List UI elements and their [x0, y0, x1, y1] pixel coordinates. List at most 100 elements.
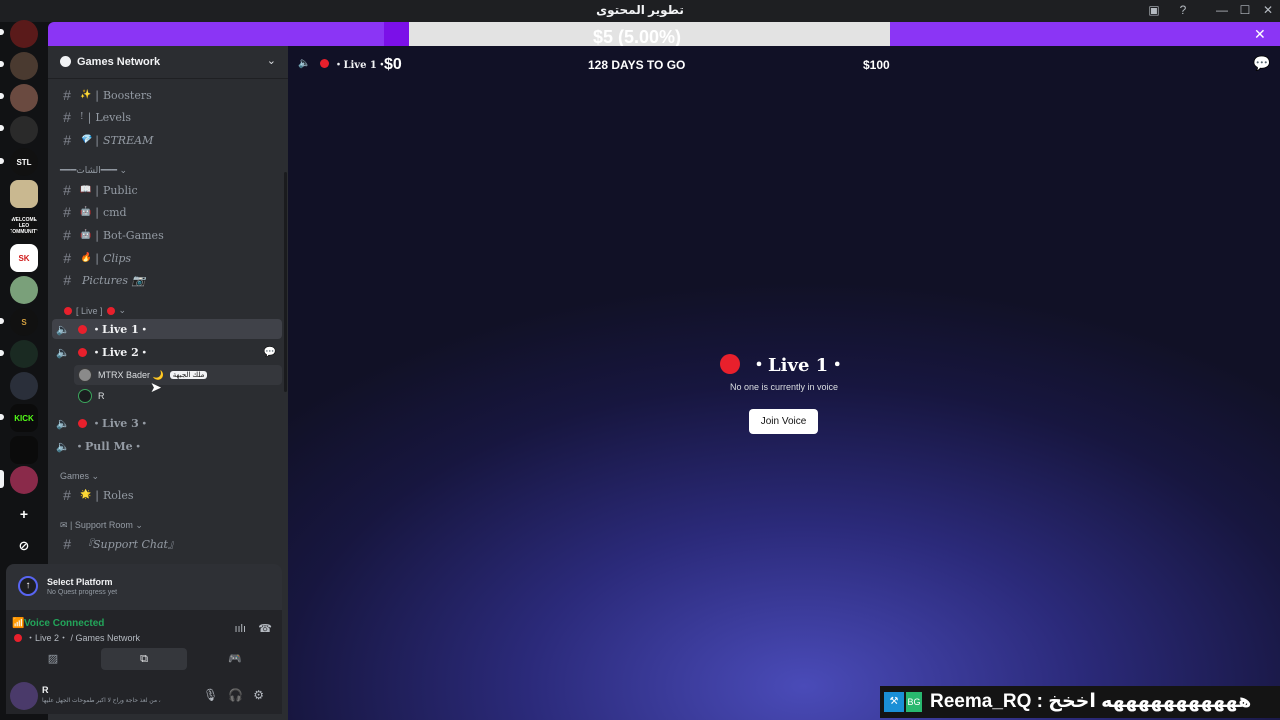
channel-pictures[interactable]: # Pictures 📷 — [56, 270, 282, 290]
noise-suppression-icon[interactable]: ıılı — [234, 623, 246, 635]
goal-max: $100 — [863, 58, 890, 72]
selected-indicator — [0, 470, 4, 488]
discover-icon[interactable]: ⊘ — [10, 532, 38, 560]
voice-empty-message: No one is currently in voice — [729, 382, 839, 392]
red-dot-icon — [78, 347, 87, 357]
goal-min: $0 — [384, 56, 402, 73]
quest-title: Select Platform — [47, 577, 113, 587]
overlay-message: Reema_RQ : هههههههههههه اخخخ — [930, 691, 1252, 712]
channel-stream[interactable]: # 💎 | STREAM — [56, 130, 282, 150]
headphones-icon[interactable]: 🎧 — [228, 688, 253, 702]
screen-share-icon[interactable]: ▣ — [1146, 3, 1162, 17]
red-dot-icon — [320, 59, 330, 68]
server-icon[interactable] — [10, 276, 38, 304]
channel-bot-games[interactable]: # 🤖 | Bot-Games — [56, 225, 282, 245]
chat-bubble-icon[interactable]: 💬 — [264, 347, 276, 358]
channel-label: Boosters — [102, 88, 152, 102]
category-games[interactable]: Games ⌄ — [60, 471, 99, 482]
channel-label: ・Live 1・ — [91, 323, 150, 336]
channel-roles[interactable]: # 🌟 | Roles — [56, 485, 282, 505]
category-live[interactable]: [ Live ] ⌄ — [60, 305, 126, 316]
server-icon[interactable] — [10, 180, 38, 208]
server-header[interactable]: Games Network ⌄ — [48, 46, 288, 79]
channel-label: ・Pull Me・ — [74, 440, 144, 453]
user-panel: R من لعذ حاجة وراح لا اكبر طموحات الجهل … — [6, 680, 282, 714]
screen-share-button[interactable]: ⧉ — [101, 648, 187, 670]
channel-public[interactable]: # 📖 | Public — [56, 180, 282, 200]
minimize-button[interactable]: — — [1214, 3, 1230, 17]
server-icon[interactable] — [10, 52, 38, 80]
hash-icon: # — [63, 182, 71, 198]
help-icon[interactable]: ? — [1175, 3, 1191, 17]
fire-icon: 🔥 — [80, 253, 92, 263]
voice-location[interactable]: ・Live 2・ / Games Network — [12, 631, 140, 644]
server-icon[interactable]: STL — [10, 148, 38, 176]
user-avatar[interactable] — [10, 682, 38, 710]
star-icon: 🌟 — [80, 490, 92, 500]
channel-header: 🔈 ・Live 1・ — [298, 56, 387, 71]
hash-icon: # — [63, 109, 71, 125]
server-icon[interactable] — [10, 372, 38, 400]
join-voice-button[interactable]: Join Voice — [749, 409, 818, 434]
server-icon[interactable] — [10, 466, 38, 494]
voice-channel-live-1[interactable]: 🔈 ・Live 1・ — [52, 319, 282, 339]
hash-icon: # — [63, 250, 71, 266]
server-badge-icon — [60, 56, 71, 67]
channel-boosters[interactable]: # ✨ | Boosters — [56, 85, 282, 105]
voice-channel-pull-me[interactable]: 🔈 ・Pull Me・ — [52, 436, 282, 456]
server-icon[interactable]: S — [10, 308, 38, 336]
stage-channel-name: ・Live 1・ — [750, 355, 847, 376]
channel-label: Public — [102, 183, 138, 197]
category-social[interactable]: ━━━الشات━━━ ⌄ — [60, 165, 127, 176]
channel-label: 『Support Chat』 — [82, 538, 179, 551]
video-toggle-button[interactable]: ▨ — [10, 648, 96, 670]
voice-member[interactable]: MTRX Bader 🌙 ملك الجبهة — [74, 365, 282, 385]
server-icon[interactable] — [10, 340, 38, 368]
channel-levels[interactable]: #! | Levels — [56, 107, 282, 127]
signal-icon[interactable]: 📶 — [12, 618, 24, 629]
channel-support-chat[interactable]: # 『Support Chat』 — [56, 534, 282, 554]
server-icon[interactable] — [10, 84, 38, 112]
microphone-icon[interactable]: 🎙 — [203, 688, 228, 702]
add-server-icon[interactable]: + — [10, 500, 38, 528]
channel-label: Clips — [102, 251, 132, 265]
chat-icon[interactable]: 💬 — [1253, 55, 1270, 72]
voice-channel-live-2[interactable]: 🔈 ・Live 2・ 💬 — [52, 342, 282, 362]
channel-label: Pictures 📷 — [82, 273, 146, 287]
voice-channel-live-3[interactable]: 🔈 ・Live 3・ — [52, 413, 282, 433]
server-icon[interactable] — [10, 436, 38, 464]
server-icon[interactable]: SK — [10, 244, 38, 272]
channel-label: Bot-Games — [102, 228, 164, 242]
channel-cmd[interactable]: # 🤖 | cmd — [56, 202, 282, 222]
quest-panel[interactable]: ↑ Select Platform No Quest progress yet — [6, 564, 282, 610]
voice-member[interactable]: R — [74, 386, 282, 406]
red-dot-icon — [14, 633, 22, 642]
server-icon[interactable]: WELCOME LEO COMMUNITY — [10, 212, 38, 240]
close-banner-button[interactable]: ✕ — [1254, 26, 1266, 43]
server-icon[interactable] — [10, 116, 38, 144]
quest-icon: ↑ — [18, 576, 38, 596]
book-icon: 📖 — [80, 185, 92, 195]
server-icon[interactable] — [10, 20, 38, 48]
disconnect-icon[interactable]: ☎ — [258, 623, 272, 635]
exclamation-icon: ! — [80, 112, 84, 122]
user-name[interactable]: R — [42, 685, 49, 695]
category-support[interactable]: ✉ | Support Room ⌄ — [60, 520, 143, 531]
sidebar-scrollbar[interactable] — [284, 172, 287, 392]
activity-button[interactable]: 🎮 — [192, 648, 278, 670]
server-icon[interactable]: KICK — [10, 404, 38, 432]
member-tag: ملك الجبهة — [169, 371, 208, 379]
voice-channel-label: ・Live 2・ / Games Network — [26, 633, 141, 643]
header-channel-name: ・Live 1・ — [333, 60, 387, 71]
hash-icon: # — [63, 87, 71, 103]
gear-icon[interactable]: ⚙ — [253, 688, 274, 702]
voice-status[interactable]: Voice Connected — [24, 618, 104, 629]
channel-label: Levels — [95, 110, 132, 124]
channel-clips[interactable]: # 🔥 | Clips — [56, 248, 282, 268]
chevron-down-icon[interactable]: ⌄ — [267, 54, 276, 67]
maximize-button[interactable]: ☐ — [1237, 3, 1253, 17]
close-window-button[interactable]: ✕ — [1260, 3, 1276, 17]
voice-connection-panel: 📶 Voice Connected ・Live 2・ / Games Netwo… — [6, 610, 282, 680]
sparkles-icon: ✨ — [80, 90, 92, 100]
red-dot-icon — [720, 354, 740, 374]
